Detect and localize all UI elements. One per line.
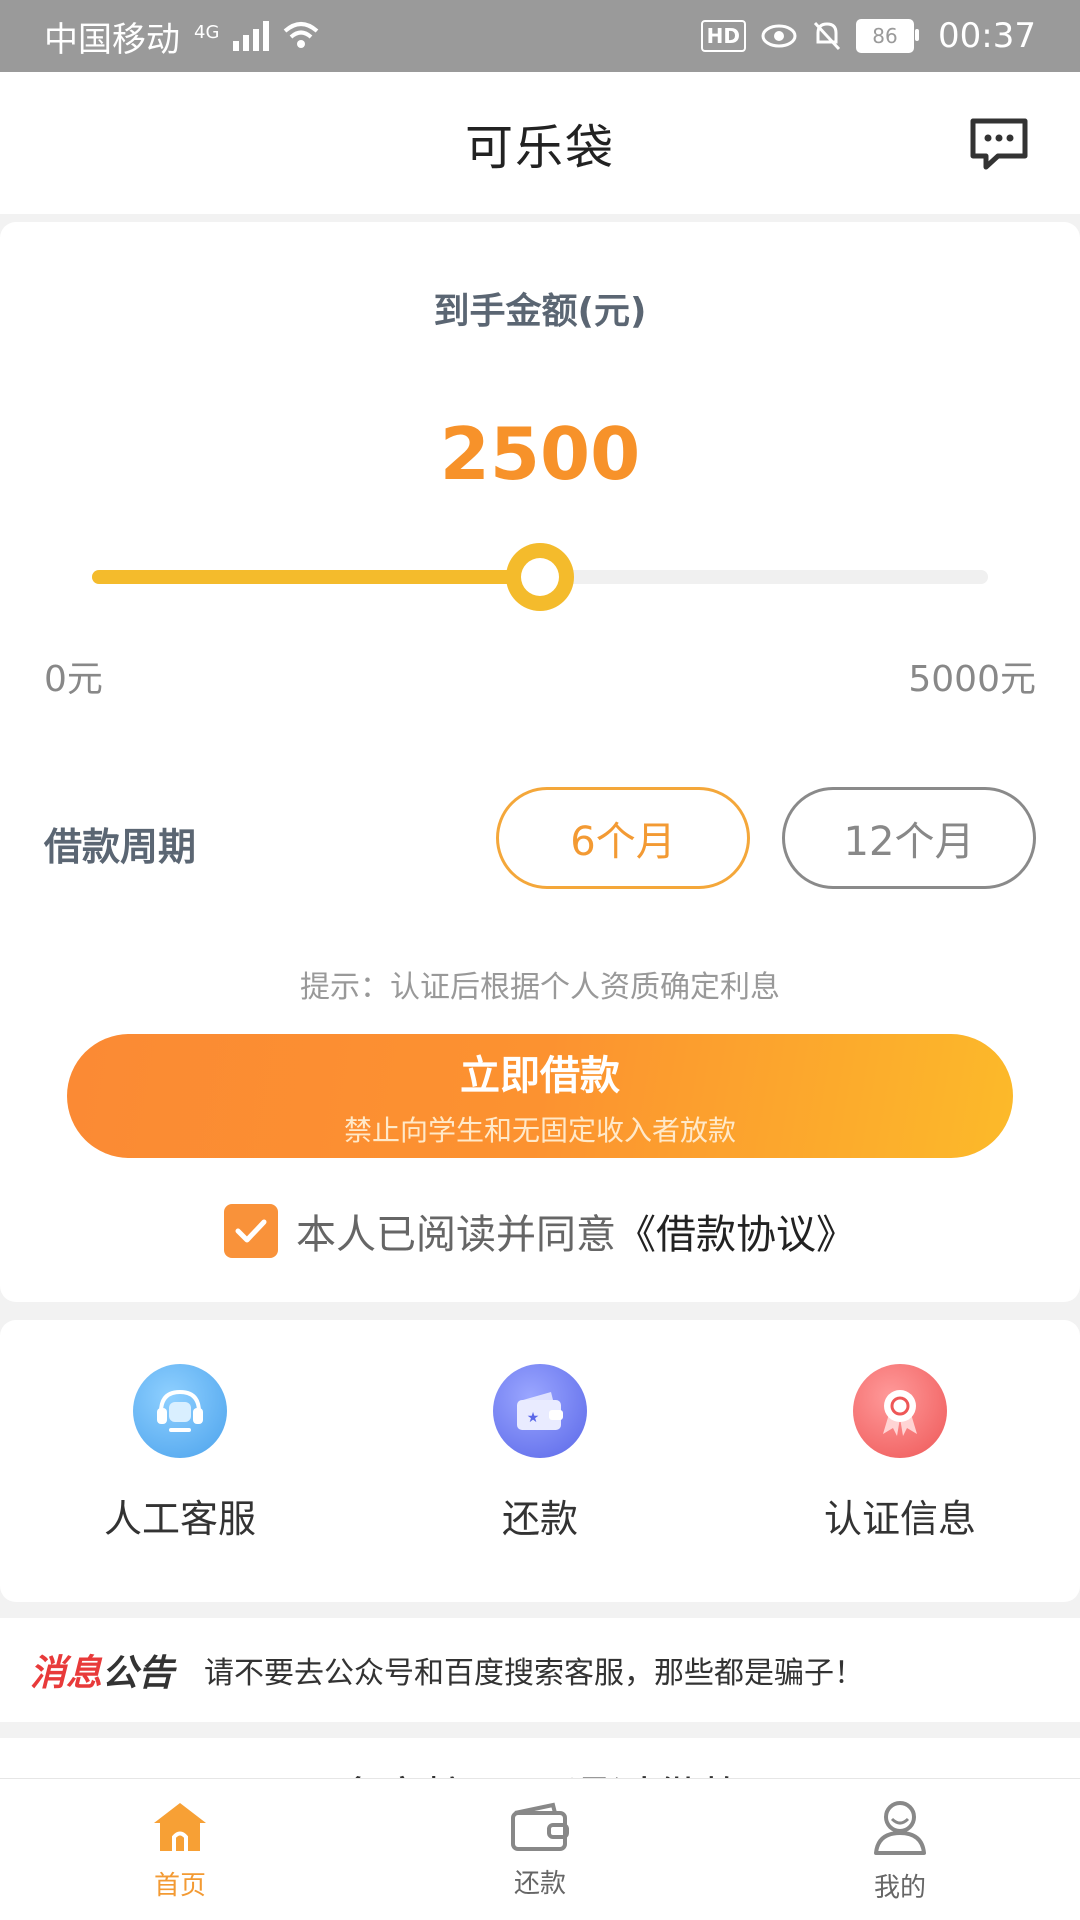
status-left: 中国移动 4G <box>44 12 319 61</box>
agreement-row: 本人已阅读并同意 《借款协议》 <box>0 1202 1080 1260</box>
status-right: HD 86 00:37 <box>700 16 1036 56</box>
clock: 00:37 <box>938 16 1036 56</box>
shortcut-panel: 人工客服 ★ 还款 认证信息 <box>0 1320 1080 1602</box>
home-icon <box>154 1802 206 1851</box>
network-label: 4G <box>194 21 220 43</box>
wallet-icon: ★ <box>493 1364 587 1458</box>
wifi-icon <box>284 22 319 48</box>
signal-icon <box>233 21 270 51</box>
shortcut-customer-service[interactable]: 人工客服 <box>0 1320 360 1602</box>
period-label: 借款周期 <box>44 825 197 869</box>
shortcut-repayment[interactable]: ★ 还款 <box>360 1320 720 1602</box>
eye-icon <box>761 24 797 48</box>
slider-fill <box>92 570 540 584</box>
borrow-restriction-label: 禁止向学生和无固定收入者放款 <box>343 1114 736 1147</box>
hd-badge: HD <box>700 20 747 52</box>
tab-repayment[interactable]: 还款 <box>360 1779 720 1920</box>
shortcut-repayment-label: 还款 <box>501 1497 578 1541</box>
wallet-outline-icon <box>511 1802 569 1851</box>
page-title: 可乐袋 <box>464 120 615 176</box>
loan-card: 到手金额(元) 2500 0元 5000元 借款周期 6个月 12个月 提示：认… <box>0 222 1080 1302</box>
screen: 中国移动 4G HD 86 00:37 可乐袋 到手金额(元) 2500 0元 … <box>0 0 1080 1920</box>
notice-bar[interactable]: 消息公告 请不要去公众号和百度搜索客服，那些都是骗子！ <box>0 1618 1080 1722</box>
shortcut-verification[interactable]: 认证信息 <box>720 1320 1080 1602</box>
headset-glyph <box>157 1389 203 1432</box>
range-min-label: 0元 <box>44 659 103 700</box>
carrier-label: 中国移动 <box>44 19 180 60</box>
notice-badge-dark: 公告 <box>102 1653 175 1694</box>
svg-text:★: ★ <box>527 1410 540 1426</box>
period-12-months-button[interactable]: 12个月 <box>782 787 1036 889</box>
notice-badge-red: 消息 <box>30 1653 103 1694</box>
loan-agreement-link[interactable]: 《借款协议》 <box>616 1202 856 1260</box>
bottom-tab-bar: 首页 还款 我的 <box>0 1778 1080 1920</box>
amount-label: 到手金额(元) <box>433 291 647 332</box>
headset-icon <box>133 1364 227 1458</box>
tab-home-label: 首页 <box>153 1870 206 1901</box>
borrow-now-button[interactable]: 立即借款 禁止向学生和无固定收入者放款 <box>67 1034 1013 1158</box>
badge-glyph <box>883 1390 917 1436</box>
app-header: 可乐袋 <box>0 72 1080 214</box>
tab-profile-label: 我的 <box>873 1872 926 1903</box>
agreement-text: 本人已阅读并同意 <box>296 1212 616 1258</box>
period-6-months-button[interactable]: 6个月 <box>496 787 750 889</box>
borrow-now-label: 立即借款 <box>460 1053 620 1099</box>
status-bar: 中国移动 4G HD 86 00:37 <box>0 0 1080 72</box>
range-max-label: 5000元 <box>908 659 1036 700</box>
agreement-checkbox[interactable] <box>224 1204 278 1258</box>
tab-profile[interactable]: 我的 <box>720 1779 1080 1920</box>
amount-slider[interactable] <box>92 543 988 611</box>
badge-icon <box>853 1364 947 1458</box>
battery-icon: 86 <box>856 19 920 53</box>
checkmark-icon <box>235 1219 267 1243</box>
notice-badge: 消息公告 <box>30 1644 174 1696</box>
tab-repayment-label: 还款 <box>513 1868 566 1899</box>
message-bubble-icon[interactable] <box>968 116 1030 172</box>
slider-thumb[interactable] <box>506 543 574 611</box>
bell-muted-icon <box>813 21 841 51</box>
wallet-glyph: ★ <box>517 1392 563 1430</box>
amount-value: 2500 <box>439 412 641 496</box>
shortcut-customer-service-label: 人工客服 <box>103 1497 256 1541</box>
shortcut-verification-label: 认证信息 <box>823 1497 976 1541</box>
interest-hint: 提示：认证后根据个人资质确定利息 <box>300 970 780 1005</box>
partial-content-strip: 多家接99%通过借款 <box>0 1738 1080 1778</box>
tab-home[interactable]: 首页 <box>0 1779 360 1920</box>
slider-thumb-center <box>521 558 559 596</box>
partial-banner-text: 多家接99%通过借款 <box>0 1762 1080 1778</box>
user-icon <box>874 1800 926 1855</box>
notice-text: 请不要去公众号和百度搜索客服，那些都是骗子！ <box>204 1656 865 1691</box>
